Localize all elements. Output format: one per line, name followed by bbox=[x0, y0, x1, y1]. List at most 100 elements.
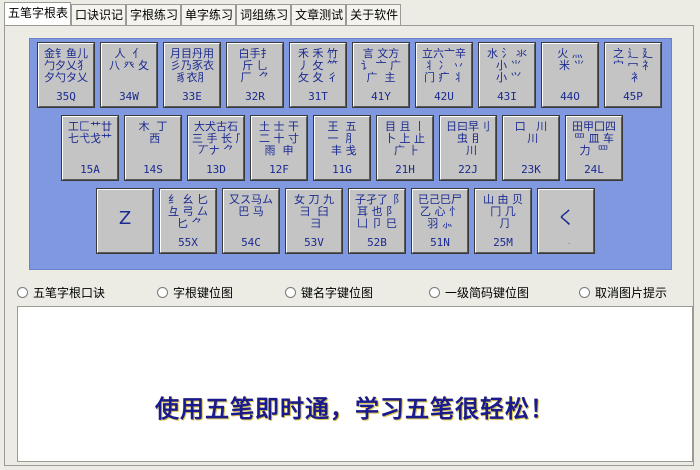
key-g[interactable]: 王 五 一 ⺼ 丰 戋 11G bbox=[313, 115, 371, 181]
key-l-code: 24L bbox=[584, 163, 604, 176]
key-e-code: 33E bbox=[182, 90, 202, 103]
key-s-radicals: 木 丁 西 bbox=[138, 121, 168, 145]
radio-dot[interactable] bbox=[429, 287, 440, 298]
key-f[interactable]: 土 士 干 二 十 寸 雨 申 12F bbox=[250, 115, 308, 181]
radio-radical-mnemonic[interactable]: 五笔字根口诀 bbox=[17, 284, 105, 301]
key-x-code: 55X bbox=[178, 236, 198, 249]
key-i-code: 43I bbox=[497, 90, 517, 103]
key-k-code: 23K bbox=[521, 163, 541, 176]
key-b-code: 52B bbox=[367, 236, 387, 249]
key-r[interactable]: 白手扌 斤 乚 厂 ⺈ 32R bbox=[226, 42, 284, 108]
tab-radical-table[interactable]: 五笔字根表 bbox=[4, 2, 72, 26]
tab-bar: 五笔字根表 口诀识记 字根练习 单字练习 词组练习 文章测试 关于软件 bbox=[4, 2, 402, 26]
tab-panel: 金钅鱼儿 勹夕乂犭 夕勺タ乂 35Q 人 亻 八 癶 夂 34W 月目丹用 彡乃豕衣… bbox=[4, 25, 694, 466]
radio-keyname-keymap[interactable]: 键名字键位图 bbox=[285, 284, 373, 301]
key-e[interactable]: 月目丹用 彡乃豕衣 豸衣⺼ 33E bbox=[163, 42, 221, 108]
key-v-code: 53V bbox=[304, 236, 324, 249]
key-k[interactable]: 口 川 川 23K bbox=[502, 115, 560, 181]
key-u[interactable]: 立六亠辛 丬 冫 丷 门 疒 丬 42U bbox=[415, 42, 473, 108]
key-a-radicals: 工匚艹廿 七弋戈艹 bbox=[68, 121, 112, 145]
key-g-code: 11G bbox=[332, 163, 352, 176]
key-m-radicals: 山 由 贝 冂 几 ⺆ bbox=[483, 194, 523, 230]
key-l-radicals: 田甲囗四 罒 皿 车 力 罒 bbox=[572, 121, 616, 157]
radio-dot[interactable] bbox=[285, 287, 296, 298]
tab-phrase-practice[interactable]: 词组练习 bbox=[236, 4, 292, 26]
slogan-text: 使用五笔即时通，学习五笔很轻松！ bbox=[155, 394, 555, 423]
key-m[interactable]: 山 由 贝 冂 几 ⺆ 25M bbox=[474, 188, 532, 254]
key-x[interactable]: 纟 幺 匕 彑 弓 厶 匕 ⺈ 55X bbox=[159, 188, 217, 254]
key-r-code: 32R bbox=[245, 90, 265, 103]
radical-keyboard: 金钅鱼儿 勹夕乂犭 夕勺タ乂 35Q 人 亻 八 癶 夂 34W 月目丹用 彡乃豕衣… bbox=[29, 38, 672, 270]
key-g-radicals: 王 五 一 ⺼ 丰 戋 bbox=[327, 121, 357, 157]
radio-label: 一级简码键位图 bbox=[445, 286, 530, 300]
radio-dot[interactable] bbox=[579, 287, 590, 298]
key-comma[interactable]: く , bbox=[537, 188, 595, 254]
key-l[interactable]: 田甲囗四 罒 皿 车 力 罒 24L bbox=[565, 115, 623, 181]
key-i[interactable]: 水 氵 氺 小 ⺌ 小 ⺍ 43I bbox=[478, 42, 536, 108]
key-u-code: 42U bbox=[434, 90, 454, 103]
key-c-code: 54C bbox=[241, 236, 261, 249]
key-c-radicals: 又ス马ム 巴 马 bbox=[229, 194, 273, 218]
key-r-radicals: 白手扌 斤 乚 厂 ⺈ bbox=[238, 48, 272, 84]
key-h[interactable]: 目 且 丨 卜 上 止 广 ⺊ 21H bbox=[376, 115, 434, 181]
key-y-radicals: 言 文方 讠 亠 广 广 主 bbox=[361, 48, 401, 84]
tab-single-char-practice[interactable]: 单字练习 bbox=[181, 4, 237, 26]
key-n-radicals: 已己巳尸 乙 心 忄 羽 ⺗ bbox=[418, 194, 462, 230]
key-n[interactable]: 已己巳尸 乙 心 忄 羽 ⺗ 51N bbox=[411, 188, 469, 254]
key-w[interactable]: 人 亻 八 癶 夂 34W bbox=[100, 42, 158, 108]
key-q[interactable]: 金钅鱼儿 勹夕乂犭 夕勺タ乂 35Q bbox=[37, 42, 95, 108]
key-y[interactable]: 言 文方 讠 亠 广 广 主 41Y bbox=[352, 42, 410, 108]
key-t-code: 31T bbox=[308, 90, 328, 103]
key-p-code: 45P bbox=[623, 90, 643, 103]
key-w-code: 34W bbox=[119, 90, 139, 103]
key-u-radicals: 立六亠辛 丬 冫 丷 门 疒 丬 bbox=[422, 48, 466, 84]
radio-label: 取消图片提示 bbox=[595, 286, 668, 300]
key-s[interactable]: 木 丁 西 14S bbox=[124, 115, 182, 181]
key-o-radicals: 火 灬 米 ⺌ bbox=[557, 48, 585, 72]
key-x-radicals: 纟 幺 匕 彑 弓 厶 匕 ⺈ bbox=[168, 194, 208, 230]
key-e-radicals: 月目丹用 彡乃豕衣 豸衣⺼ bbox=[170, 48, 214, 84]
key-o[interactable]: 火 灬 米 ⺌ 44O bbox=[541, 42, 599, 108]
tab-about[interactable]: 关于软件 bbox=[346, 4, 402, 26]
radio-hide-image-hint[interactable]: 取消图片提示 bbox=[579, 284, 667, 301]
key-z-label: Z bbox=[118, 208, 132, 229]
radio-label: 字根键位图 bbox=[173, 286, 234, 300]
radio-level1-code-keymap[interactable]: 一级简码键位图 bbox=[429, 284, 529, 301]
key-d-code: 13D bbox=[206, 163, 226, 176]
key-j-radicals: 日曰早刂 虫 ⺝ 川 bbox=[446, 121, 490, 157]
key-d[interactable]: 大犬古石 三 手 长 厂 丆ナ ⺈ 13D bbox=[187, 115, 245, 181]
radio-dot[interactable] bbox=[17, 287, 28, 298]
key-i-radicals: 水 氵 氺 小 ⺌ 小 ⺍ bbox=[487, 48, 527, 84]
key-j-code: 22J bbox=[458, 163, 478, 176]
key-o-code: 44O bbox=[560, 90, 580, 103]
key-h-code: 21H bbox=[395, 163, 415, 176]
key-j[interactable]: 日曰早刂 虫 ⺝ 川 22J bbox=[439, 115, 497, 181]
key-f-code: 12F bbox=[269, 163, 289, 176]
key-t[interactable]: 禾 禾 竹 丿 攵 ⺮ 攵 夂 彳 31T bbox=[289, 42, 347, 108]
key-q-code: 35Q bbox=[56, 90, 76, 103]
key-q-radicals: 金钅鱼儿 勹夕乂犭 夕勺タ乂 bbox=[44, 48, 88, 84]
key-t-radicals: 禾 禾 竹 丿 攵 ⺮ 攵 夂 彳 bbox=[298, 48, 338, 84]
key-f-radicals: 土 士 干 二 十 寸 雨 申 bbox=[259, 121, 299, 157]
radio-radical-keymap[interactable]: 字根键位图 bbox=[157, 284, 233, 301]
display-mode-options: 五笔字根口诀 字根键位图 键名字键位图 一级简码键位图 取消图片提示 bbox=[17, 284, 687, 300]
tab-article-test[interactable]: 文章测试 bbox=[291, 4, 347, 26]
key-s-code: 14S bbox=[143, 163, 163, 176]
radio-dot[interactable] bbox=[157, 287, 168, 298]
key-a[interactable]: 工匚艹廿 七弋戈艹 15A bbox=[61, 115, 119, 181]
key-comma-label: く , bbox=[557, 208, 575, 244]
hint-display-area: 使用五笔即时通，学习五笔很轻松！ bbox=[17, 306, 693, 462]
key-a-code: 15A bbox=[80, 163, 100, 176]
tab-radical-practice[interactable]: 字根练习 bbox=[126, 4, 182, 26]
key-w-radicals: 人 亻 八 癶 夂 bbox=[109, 48, 149, 72]
key-c[interactable]: 又ス马ム 巴 马 54C bbox=[222, 188, 280, 254]
key-n-code: 51N bbox=[430, 236, 450, 249]
key-v[interactable]: 女 刀 九 彐 臼 ⺕ 53V bbox=[285, 188, 343, 254]
key-b-radicals: 子孑了⻏ 耳 也 阝 凵 卩 巳 bbox=[355, 194, 399, 230]
key-z[interactable]: Z bbox=[96, 188, 154, 254]
key-p[interactable]: 之 辶 廴 宀 冖 礻 衤 45P bbox=[604, 42, 662, 108]
key-b[interactable]: 子孑了⻏ 耳 也 阝 凵 卩 巳 52B bbox=[348, 188, 406, 254]
tab-mnemonic[interactable]: 口诀识记 bbox=[71, 4, 127, 26]
radio-label: 键名字键位图 bbox=[301, 286, 374, 300]
key-y-code: 41Y bbox=[371, 90, 391, 103]
